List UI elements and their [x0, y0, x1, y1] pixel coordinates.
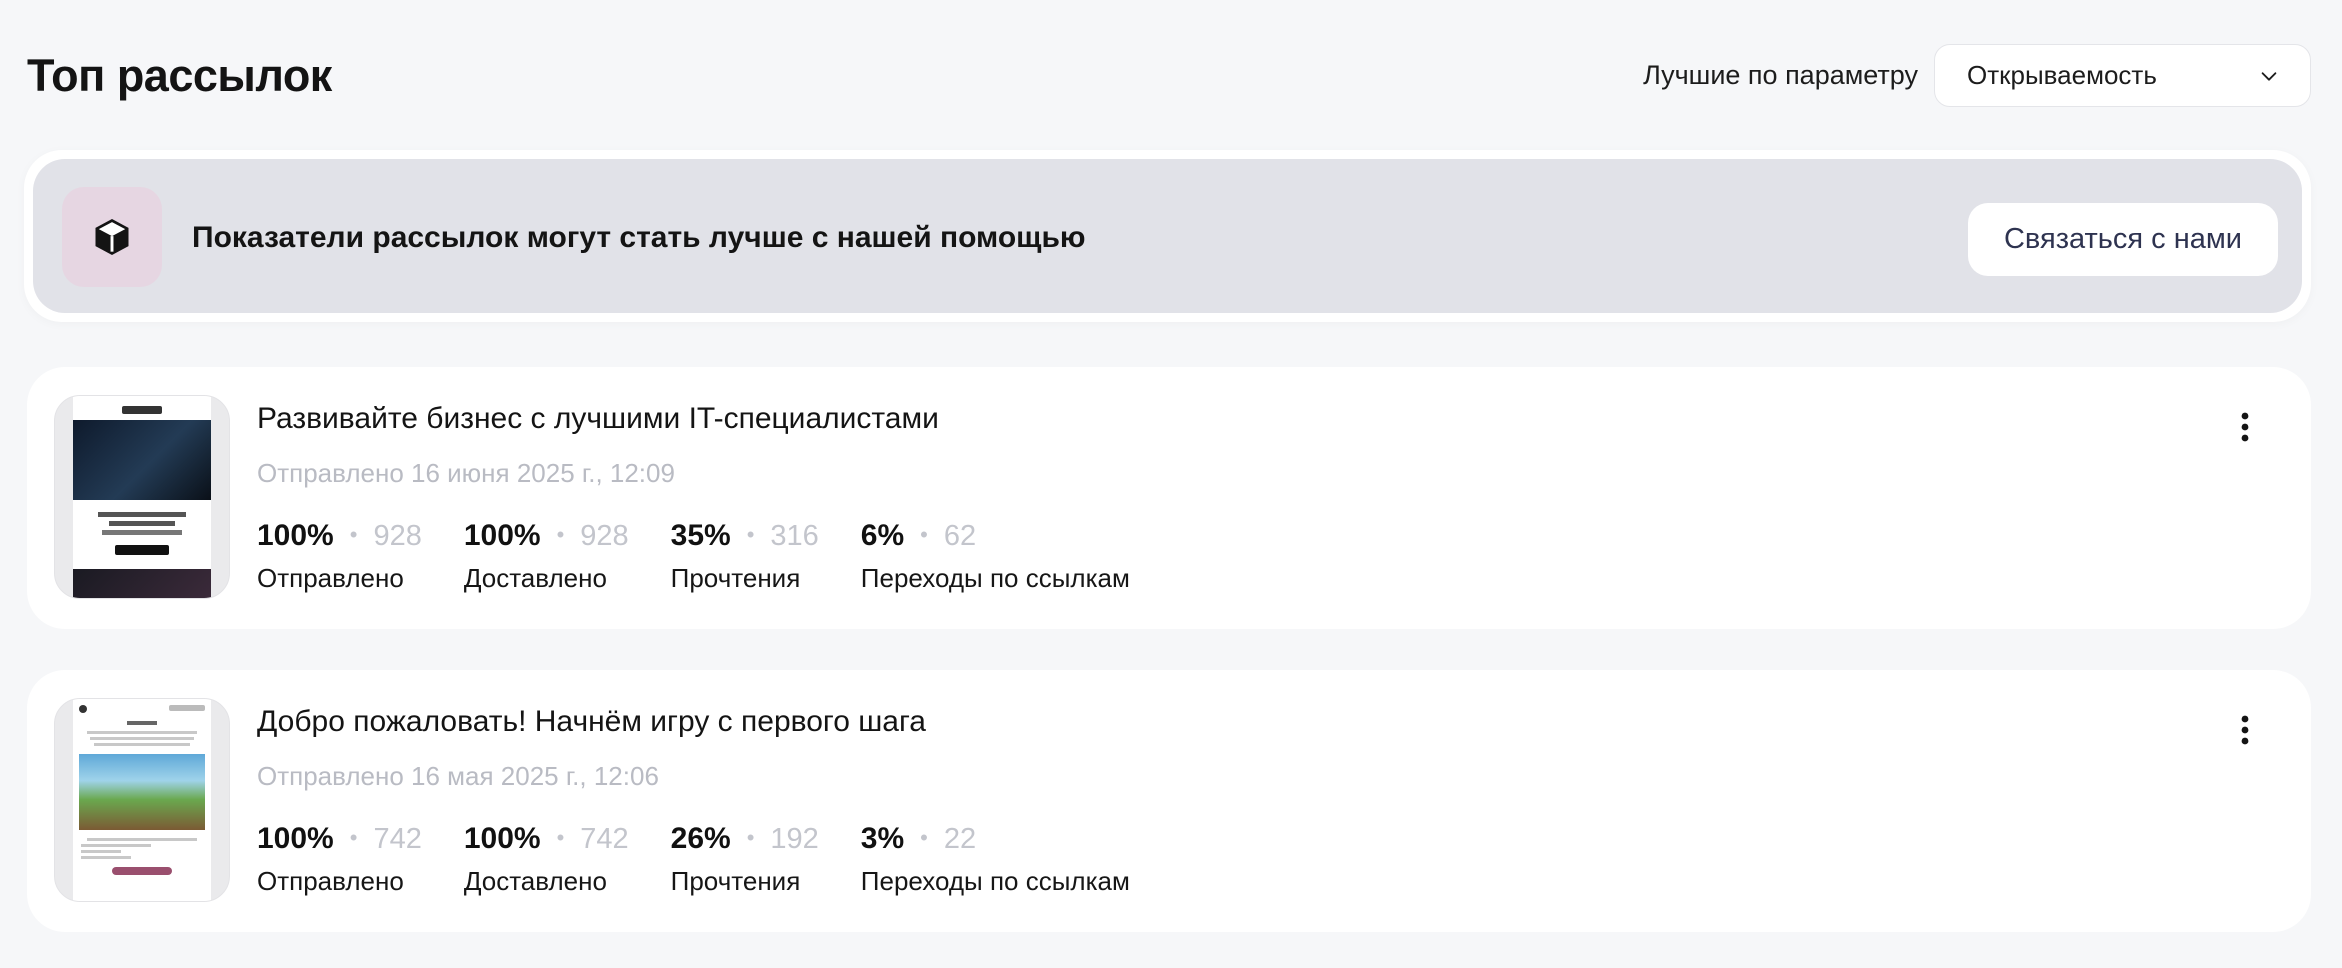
- metric-percent: 35%: [670, 519, 731, 552]
- metric-percent: 6%: [860, 519, 905, 552]
- metric-separator: •: [746, 825, 755, 850]
- promo-banner: Показатели рассылок могут стать лучше с …: [24, 150, 2311, 322]
- metric-label: Доставлено: [463, 563, 607, 593]
- contact-us-button[interactable]: Связаться с нами: [1968, 203, 2278, 276]
- campaign-sent-date: Отправлено 16 июня 2025 г., 12:09: [257, 458, 675, 488]
- metric-count: 928: [373, 520, 422, 552]
- metric-separator: •: [556, 825, 565, 850]
- metric-separator: •: [349, 825, 358, 850]
- more-options-button[interactable]: [2231, 710, 2259, 750]
- metric-opens: 26% • 192 Прочтения: [671, 822, 819, 897]
- filter-label: Лучшие по параметру: [1643, 60, 1918, 90]
- metric-label: Доставлено: [463, 866, 607, 896]
- chevron-down-icon: [2261, 71, 2277, 81]
- metric-label: Отправлено: [257, 563, 404, 593]
- metric-label: Прочтения: [670, 866, 801, 896]
- metric-percent: 3%: [860, 822, 905, 855]
- metric-delivered: 100% • 928 Доставлено: [464, 519, 629, 594]
- sort-parameter-value: Открываемость: [1967, 60, 2157, 90]
- page-title: Топ рассылок: [27, 50, 332, 101]
- metric-count: 22: [943, 823, 977, 855]
- more-vertical-icon: [2241, 412, 2249, 442]
- metric-percent: 100%: [257, 519, 334, 552]
- campaign-card[interactable]: Добро пожаловать! Начнём игру с первого …: [27, 670, 2311, 932]
- email-preview-thumbnail[interactable]: [54, 698, 230, 902]
- more-options-button[interactable]: [2231, 407, 2259, 447]
- campaign-metrics: 100% • 742 Отправлено 100% • 742 Доставл…: [257, 822, 1172, 897]
- metric-sent: 100% • 928 Отправлено: [257, 519, 422, 594]
- metric-delivered: 100% • 742 Доставлено: [464, 822, 629, 897]
- promo-banner-body: Показатели рассылок могут стать лучше с …: [33, 159, 2302, 313]
- metric-count: 192: [770, 823, 819, 855]
- metric-count: 742: [373, 823, 422, 855]
- metric-label: Переходы по ссылкам: [860, 866, 1130, 896]
- metric-percent: 100%: [463, 519, 541, 552]
- metric-clicks: 6% • 62 Переходы по ссылкам: [861, 519, 1130, 594]
- banner-icon-container: [62, 187, 162, 287]
- more-vertical-icon: [2241, 715, 2249, 745]
- metric-separator: •: [349, 522, 358, 547]
- metric-separator: •: [920, 825, 928, 850]
- sort-parameter-select[interactable]: Открываемость: [1934, 44, 2311, 107]
- banner-text: Показатели рассылок могут стать лучше с …: [192, 221, 1086, 254]
- metric-percent: 100%: [257, 822, 334, 855]
- metric-separator: •: [556, 522, 565, 547]
- metric-count: 316: [770, 520, 819, 552]
- email-preview-sheet: [73, 396, 211, 598]
- metric-separator: •: [920, 522, 928, 547]
- email-preview-thumbnail[interactable]: [54, 395, 230, 599]
- email-preview-sheet: [73, 699, 211, 901]
- metric-count: 62: [943, 520, 977, 552]
- metric-label: Переходы по ссылкам: [860, 563, 1130, 593]
- metric-label: Отправлено: [257, 866, 404, 896]
- metric-label: Прочтения: [670, 563, 801, 593]
- metric-clicks: 3% • 22 Переходы по ссылкам: [861, 822, 1130, 897]
- campaign-sent-date: Отправлено 16 мая 2025 г., 12:06: [257, 761, 659, 791]
- metric-count: 742: [580, 823, 629, 855]
- campaign-card[interactable]: Развивайте бизнес с лучшими IT-специалис…: [27, 367, 2311, 629]
- metric-sent: 100% • 742 Отправлено: [257, 822, 422, 897]
- campaign-metrics: 100% • 928 Отправлено 100% • 928 Доставл…: [257, 519, 1172, 594]
- campaign-title[interactable]: Развивайте бизнес с лучшими IT-специалис…: [257, 399, 939, 439]
- metric-opens: 35% • 316 Прочтения: [671, 519, 819, 594]
- metric-percent: 100%: [463, 822, 541, 855]
- top-campaigns-page: Топ рассылок Лучшие по параметру Открыва…: [0, 0, 2342, 968]
- metric-count: 928: [580, 520, 629, 552]
- metric-percent: 26%: [670, 822, 731, 855]
- metric-separator: •: [746, 522, 755, 547]
- cube-icon: [95, 219, 129, 255]
- campaign-title[interactable]: Добро пожаловать! Начнём игру с первого …: [257, 702, 926, 742]
